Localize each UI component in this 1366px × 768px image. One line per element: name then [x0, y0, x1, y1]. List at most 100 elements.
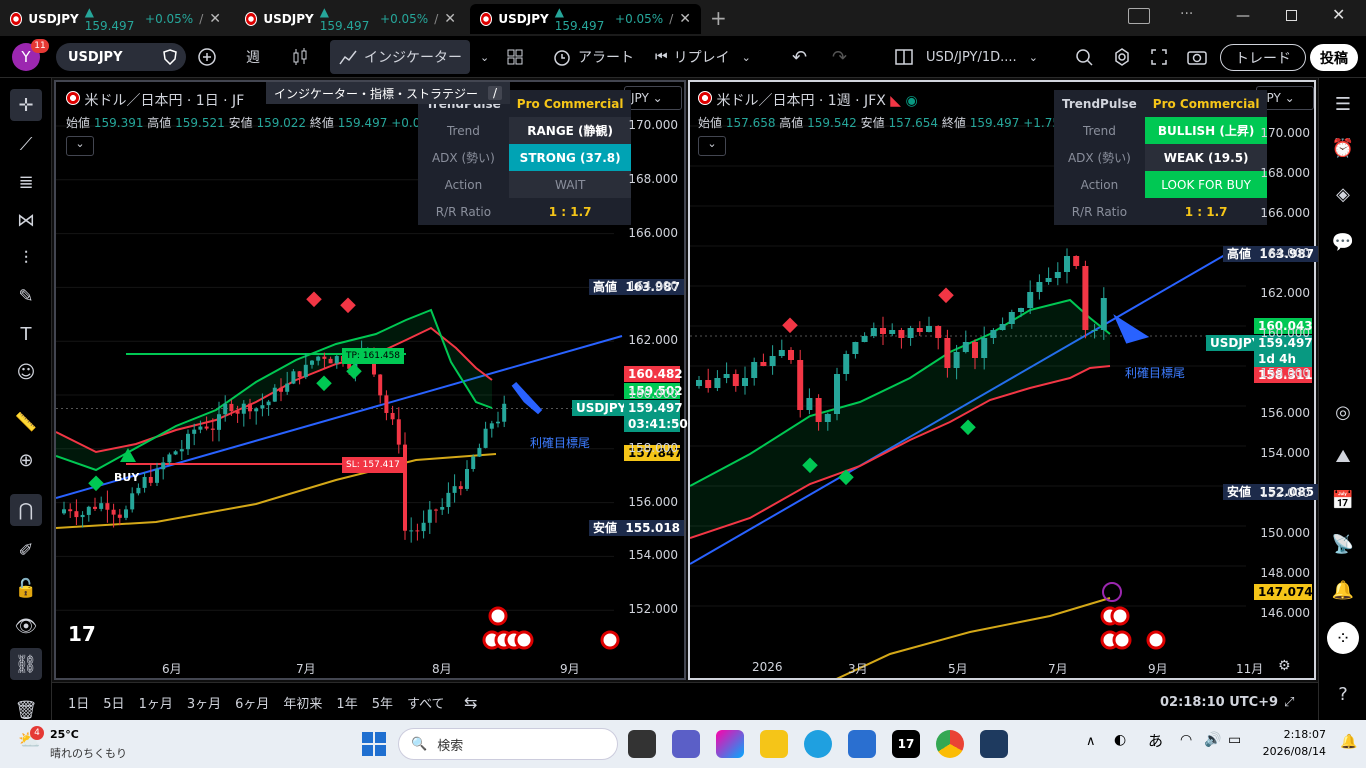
range-button[interactable]: すべて — [407, 693, 445, 712]
expand-icon[interactable]: ⤢ — [1284, 683, 1294, 721]
hotlist-icon[interactable]: ◎ — [1327, 396, 1359, 428]
candle-body — [254, 408, 259, 412]
trend-line-icon[interactable]: ⟋ — [10, 128, 42, 160]
help-icon[interactable]: ? — [1327, 678, 1359, 710]
wifi-icon[interactable]: ◠ — [1180, 732, 1192, 748]
collapse-legend-button[interactable]: ⌄ — [698, 136, 726, 156]
projection-icon[interactable]: ⫶ — [10, 242, 42, 274]
crosshair-icon[interactable]: ✛ — [10, 89, 42, 121]
eye-icon[interactable]: 👁 — [10, 610, 42, 642]
task-view-icon[interactable] — [628, 730, 656, 758]
battery-icon[interactable]: ▭ — [1228, 732, 1241, 748]
candle-body — [751, 362, 758, 378]
zoom-in-icon[interactable]: ⊕ — [10, 444, 42, 476]
trade-button[interactable]: トレード — [1220, 44, 1306, 71]
collapse-legend-button[interactable]: ⌄ — [66, 136, 94, 156]
utc-clock[interactable]: 02:18:10 UTC+9 — [1160, 683, 1278, 721]
layers-icon[interactable]: ◈ — [1327, 178, 1359, 210]
fullscreen-icon[interactable] — [1150, 36, 1168, 78]
range-button[interactable]: 5日 — [103, 693, 124, 712]
close-icon[interactable]: ✕ — [679, 11, 691, 27]
symbol-search[interactable]: USDJPY — [56, 43, 186, 71]
lock-icon[interactable]: 🔓 — [10, 572, 42, 604]
pattern-icon[interactable]: ⋈ — [10, 204, 42, 236]
alert-button[interactable]: アラート — [552, 36, 634, 78]
text-icon[interactable]: T — [10, 318, 42, 350]
alarm-icon[interactable]: ⏰ — [1327, 132, 1359, 164]
fib-icon[interactable]: ≣ — [10, 166, 42, 198]
range-button[interactable]: 1日 — [68, 693, 89, 712]
copilot-icon[interactable] — [716, 730, 744, 758]
close-icon[interactable]: ✕ — [444, 11, 456, 27]
notification-bell-icon[interactable]: 🔔 — [1340, 734, 1357, 750]
clock-date[interactable]: 2026/08/14 — [1256, 745, 1326, 758]
stream-icon[interactable]: 📡 — [1327, 528, 1359, 560]
redo-icon[interactable]: ↷ — [832, 36, 847, 78]
chart-pane-weekly[interactable]: 米ドル／日本円 · 1週 · JFX ◣ ◉ 始値 157.658 高値 159… — [688, 80, 1319, 680]
chart-pane-daily[interactable]: 米ドル／日本円 · 1日 · JF 始値 159.391 高値 159.521 … — [54, 80, 688, 680]
ideas-icon[interactable]: ⛰ — [1327, 440, 1359, 472]
range-button[interactable]: 6ヶ月 — [235, 693, 269, 712]
new-tab-icon[interactable]: + — [710, 6, 727, 30]
ime-indicator[interactable]: あ — [1148, 730, 1163, 751]
tab-3-active[interactable]: USDJPY ▲ 159.497 +0.05% / ✕ — [470, 4, 701, 34]
currency-selector[interactable]: JPY ⌄ — [624, 86, 682, 110]
interval-button[interactable]: 週 — [246, 36, 260, 78]
candle-type-icon[interactable] — [290, 36, 310, 78]
camera-icon[interactable] — [1186, 36, 1208, 78]
range-button[interactable]: 3ヶ月 — [187, 693, 221, 712]
emoji-icon[interactable]: ☺ — [10, 356, 42, 388]
apps-grid-icon[interactable]: ⁘ — [1327, 622, 1359, 654]
indicators-button[interactable]: インジケーター — [330, 40, 470, 74]
teams-icon[interactable] — [672, 730, 700, 758]
taskbar-search[interactable]: 🔍 検索 — [398, 728, 618, 760]
add-symbol-icon[interactable] — [197, 36, 217, 78]
edge-icon[interactable] — [804, 730, 832, 758]
close-icon[interactable]: ✕ — [209, 11, 221, 27]
range-button[interactable]: 5年 — [372, 693, 393, 712]
clock-time[interactable]: 2:18:07 — [1270, 728, 1326, 741]
volume-icon[interactable]: 🔊 — [1204, 732, 1221, 748]
screen-icon[interactable] — [1128, 8, 1150, 24]
undo-icon[interactable]: ↶ — [792, 36, 807, 78]
store-icon[interactable] — [848, 730, 876, 758]
network-icon[interactable]: ◐ — [1114, 732, 1126, 748]
y-tick-label: 168.000 — [1260, 166, 1310, 180]
layout-name-button[interactable]: USD/JPY/1D.... ⌄ — [894, 36, 1038, 78]
range-button[interactable]: 1ヶ月 — [139, 693, 173, 712]
link-icon[interactable]: ⛓ — [10, 648, 42, 680]
maximize-icon[interactable] — [1286, 10, 1297, 21]
lock-pen-icon[interactable]: ✐ — [10, 534, 42, 566]
tab-1[interactable]: USDJPY ▲ 159.497 +0.05% / ✕ — [0, 4, 231, 34]
gear-icon[interactable] — [1112, 36, 1132, 78]
chat-icon[interactable]: 💬 — [1327, 226, 1359, 258]
app-icon[interactable] — [980, 730, 1008, 758]
gear-icon[interactable]: ⚙ — [1278, 658, 1291, 674]
tab-2[interactable]: USDJPY ▲ 159.497 +0.05% / ✕ — [235, 4, 466, 34]
magnet-icon[interactable]: ⋂ — [10, 494, 42, 526]
replay-button[interactable]: ⏮ リプレイ ⌄ — [655, 36, 751, 78]
publish-button[interactable]: 投稿 — [1310, 44, 1358, 71]
minimize-icon[interactable]: — — [1236, 8, 1250, 24]
chrome-icon[interactable] — [936, 730, 964, 758]
candle-body — [1082, 266, 1089, 330]
chevron-down-icon[interactable]: ⌄ — [480, 36, 489, 78]
layout-grid-icon[interactable] — [506, 36, 524, 78]
more-icon[interactable]: ··· — [1180, 6, 1193, 22]
bell-icon[interactable]: 🔔 — [1327, 574, 1359, 606]
ruler-icon[interactable]: 📏 — [10, 406, 42, 438]
tradingview-app-icon[interactable]: 17 — [892, 730, 920, 758]
calendar-icon[interactable]: 📅 — [1327, 484, 1359, 516]
window-close-icon[interactable]: ✕ — [1332, 5, 1345, 24]
range-button[interactable]: 1年 — [336, 693, 357, 712]
search-settings-icon[interactable] — [1074, 36, 1094, 78]
range-button[interactable]: 年初来 — [283, 693, 322, 712]
windows-start-icon[interactable] — [362, 732, 386, 756]
file-explorer-icon[interactable] — [760, 730, 788, 758]
candle-body — [167, 454, 172, 463]
economic-event-icon — [514, 630, 534, 650]
brush-icon[interactable]: ✎ — [10, 280, 42, 312]
goto-date-icon[interactable]: ⇆ — [464, 683, 477, 721]
watchlist-icon[interactable]: ☰ — [1327, 88, 1359, 120]
tray-chevron-icon[interactable]: ∧ — [1086, 734, 1096, 749]
